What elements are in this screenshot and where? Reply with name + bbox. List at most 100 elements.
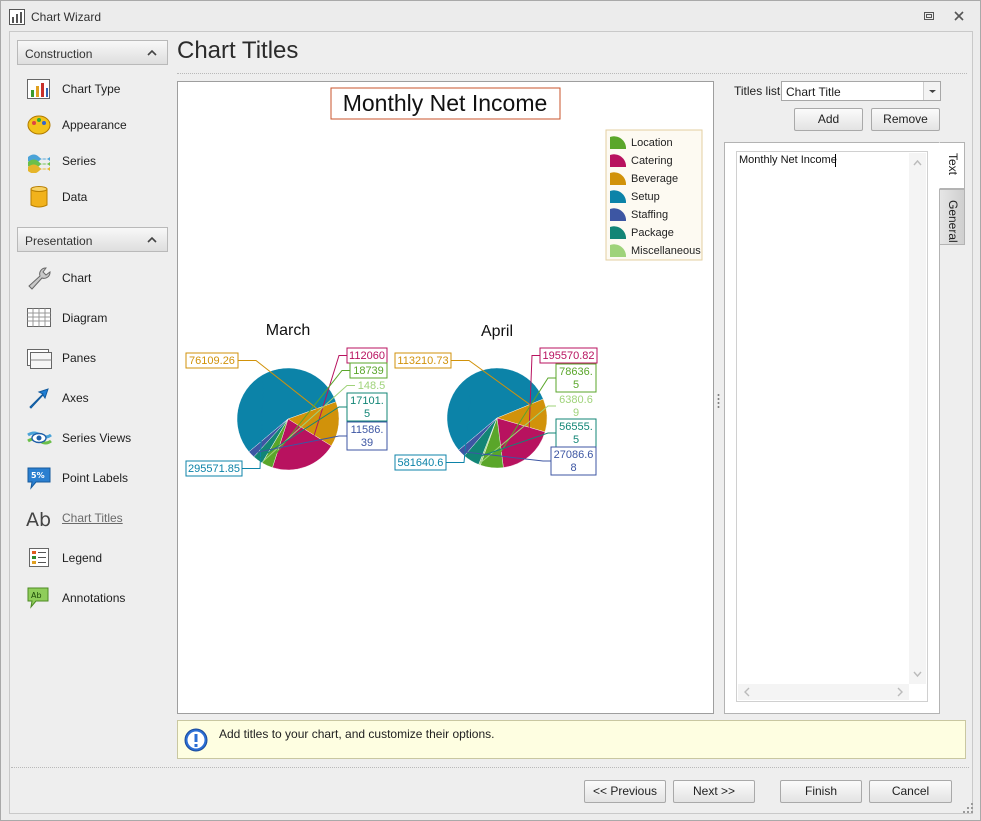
chevron-down-icon	[929, 90, 936, 93]
restore-icon[interactable]	[922, 9, 936, 23]
presentation-group-header[interactable]: Presentation	[17, 227, 168, 252]
pie-title-april: April	[481, 323, 513, 340]
point-label-april-setup: 581640.6	[398, 457, 444, 469]
sidebar-item-label: Legend	[62, 551, 103, 565]
point-label-march-beverage: 76109.26	[189, 355, 235, 367]
sidebar-item-series-views[interactable]: Series Views	[17, 422, 168, 454]
point-label-april-package: 56555.	[559, 421, 593, 433]
sidebar-item-label: Point Labels	[62, 471, 129, 485]
sidebar-item-series[interactable]: Series	[17, 145, 168, 177]
legend-label-package: Package	[631, 227, 674, 239]
appearance-icon	[27, 115, 51, 135]
next-button[interactable]: Next >>	[673, 780, 755, 803]
tab-text-label: Text	[946, 153, 960, 176]
remove-title-button[interactable]: Remove	[871, 108, 940, 131]
finish-button[interactable]: Finish	[780, 780, 862, 803]
add-title-button[interactable]: Add	[794, 108, 863, 131]
hint-text: Add titles to your chart, and customize …	[219, 727, 495, 741]
sidebar-item-label: Panes	[62, 351, 97, 365]
cancel-button[interactable]: Cancel	[869, 780, 952, 803]
series-views-eye-icon	[27, 431, 52, 445]
axes-arrow-icon	[29, 388, 49, 409]
legend-label-setup: Setup	[631, 191, 660, 203]
editor-horizontal-scrollbar[interactable]	[738, 684, 909, 700]
titles-list-combo[interactable]: Chart Title	[781, 81, 941, 101]
sidebar-item-chart-titles[interactable]: Ab Chart Titles	[17, 502, 168, 534]
point-label-april-miscellaneous: 6380.6	[559, 394, 593, 406]
construction-group-header[interactable]: Construction	[17, 40, 168, 65]
chevron-up-icon[interactable]	[147, 235, 157, 245]
point-label-april-location: 5	[573, 379, 579, 391]
point-label-march-package: 5	[364, 408, 370, 420]
sidebar-item-label: Series	[62, 154, 97, 168]
point-label-march-staffing: 39	[361, 437, 373, 449]
sidebar-item-label: Annotations	[62, 591, 126, 605]
annotations-icon: Ab	[27, 587, 49, 609]
titles-list-value: Chart Title	[786, 85, 841, 99]
legend-label-catering: Catering	[631, 155, 673, 167]
point-label-march-catering: 112060	[349, 350, 385, 362]
sidebar-item-diagram[interactable]: Diagram	[17, 302, 168, 334]
chart-title: Monthly Net Income	[343, 90, 548, 116]
footer-divider	[11, 767, 969, 768]
page-title: Chart Titles	[177, 37, 299, 64]
tab-text[interactable]: Text	[939, 142, 965, 189]
sidebar-item-label: Series Views	[62, 431, 132, 445]
chart-preview: Monthly Net Income Location Catering Bevera…	[177, 81, 714, 714]
point-label-march-miscellaneous: 148.5	[358, 380, 386, 392]
sidebar-item-label: Diagram	[62, 311, 108, 325]
titles-list-label: Titles list:	[734, 84, 784, 98]
sidebar-item-label: Data	[62, 190, 88, 204]
chart-titles-ab-icon: Ab	[26, 509, 51, 530]
sidebar-item-axes[interactable]: Axes	[17, 382, 168, 414]
scroll-arrows-icon	[744, 687, 903, 697]
sidebar-item-label: Appearance	[62, 118, 127, 132]
point-label-april-staffing: 27086.6	[554, 449, 594, 461]
previous-button[interactable]: << Previous	[584, 780, 666, 803]
chart-wizard-app-icon	[9, 9, 25, 25]
chart-wizard-window: Chart Wizard Construction Chart Type App…	[0, 0, 981, 821]
hint-bar: Add titles to your chart, and customize …	[177, 720, 966, 759]
svg-text:Ab: Ab	[26, 509, 51, 530]
chart-svg: Monthly Net Income Location Catering Bevera…	[185, 87, 703, 477]
editor-vertical-scrollbar[interactable]	[909, 153, 926, 684]
tab-general-label: General	[946, 200, 960, 243]
presentation-group-label: Presentation	[25, 234, 93, 248]
pie-title-march: March	[266, 322, 310, 339]
sidebar-item-annotations[interactable]: Ab Annotations	[17, 582, 168, 614]
legend-label-miscellaneous: Miscellaneous	[631, 245, 701, 257]
sidebar-item-panes[interactable]: Panes	[17, 342, 168, 374]
title-bar: Chart Wizard	[1, 1, 980, 31]
legend-label-staffing: Staffing	[631, 209, 668, 221]
panes-icon	[27, 349, 52, 369]
resize-grip-icon[interactable]	[961, 801, 975, 815]
window-title: Chart Wizard	[31, 10, 102, 24]
sidebar-item-point-labels[interactable]: 5% Point Labels	[17, 462, 168, 494]
info-icon	[184, 728, 208, 752]
sidebar-item-appearance[interactable]: Appearance	[17, 109, 168, 141]
sidebar-item-label: Chart Type	[62, 82, 121, 96]
titles-list-dropdown-button[interactable]	[923, 82, 940, 100]
point-labels-icon: 5%	[27, 467, 51, 490]
series-icon	[28, 154, 50, 173]
diagram-grid-icon	[27, 308, 51, 327]
tab-general[interactable]: General	[939, 189, 965, 245]
sidebar-item-data[interactable]: Data	[17, 181, 168, 213]
title-text-value: Monthly Net Income	[739, 154, 837, 166]
scroll-arrows-icon	[913, 159, 922, 678]
sidebar-item-chart[interactable]: Chart	[17, 262, 168, 294]
svg-text:5%: 5%	[31, 471, 45, 480]
sidebar-item-chart-type[interactable]: Chart Type	[17, 73, 168, 105]
svg-text:Ab: Ab	[31, 591, 42, 600]
title-text-editor[interactable]: Monthly Net Income	[736, 151, 928, 702]
title-divider	[177, 73, 967, 74]
point-label-april-catering: 195570.82	[543, 350, 595, 362]
chevron-up-icon[interactable]	[147, 48, 157, 58]
point-label-april-package: 5	[573, 434, 579, 446]
point-label-march-location: 18739	[353, 365, 384, 377]
close-icon[interactable]	[952, 9, 966, 23]
text-caret	[835, 154, 836, 167]
sidebar-item-legend[interactable]: Legend	[17, 542, 168, 574]
point-label-april-miscellaneous: 9	[573, 407, 579, 419]
splitter-grip[interactable]	[717, 393, 720, 409]
